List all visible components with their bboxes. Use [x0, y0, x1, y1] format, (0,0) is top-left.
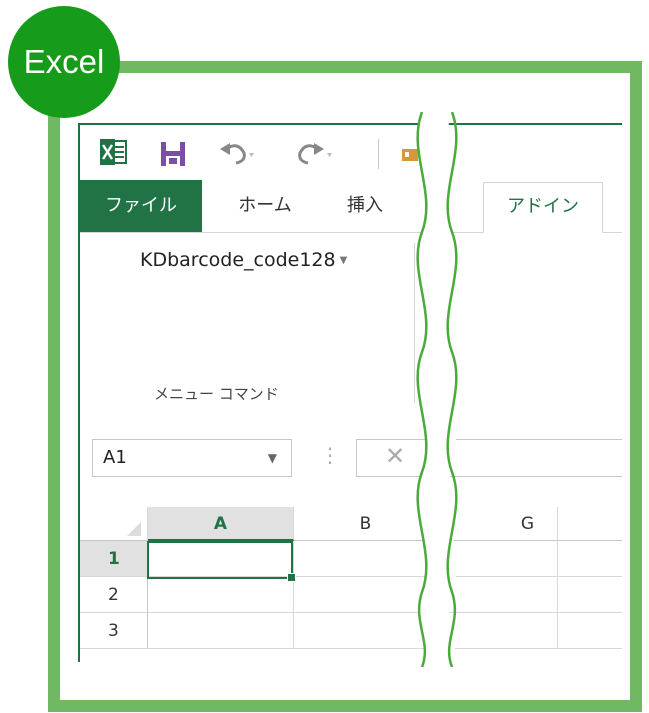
name-box-dropdown-icon[interactable]: ▼ — [268, 440, 277, 476]
redo-icon[interactable] — [296, 139, 336, 171]
select-all-triangle-icon — [127, 522, 141, 536]
column-header-blank[interactable] — [558, 507, 622, 541]
wavy-break-indicator — [416, 112, 458, 667]
excel-badge: Excel — [8, 6, 120, 118]
tab-file[interactable]: ファイル — [80, 180, 202, 232]
undo-icon[interactable] — [218, 139, 258, 171]
row-header-3[interactable]: 3 — [80, 613, 148, 649]
kdbarcode-menu-button[interactable]: KDbarcode_code128 ▼ — [140, 249, 347, 271]
grid-cell[interactable] — [148, 577, 294, 613]
row-header-2[interactable]: 2 — [80, 577, 148, 613]
select-all-corner[interactable] — [80, 507, 148, 541]
ribbon-group-label: メニュー コマンド — [154, 385, 279, 403]
tab-addins[interactable]: アドイン — [483, 182, 603, 233]
excel-logo-icon — [100, 139, 128, 169]
formula-controls: ✕ — [356, 439, 622, 477]
toolbar-separator — [378, 139, 379, 169]
grid-cell[interactable] — [558, 577, 622, 613]
worksheet-grid: A B G 1 2 3 — [80, 493, 622, 662]
ribbon-panel: KDbarcode_code128 ▼ メニュー コマンド — [80, 233, 622, 414]
drag-handle-icon[interactable]: ⋮ — [320, 443, 340, 467]
dropdown-caret-icon: ▼ — [339, 255, 348, 266]
tab-home[interactable]: ホーム — [220, 180, 310, 232]
save-icon[interactable] — [160, 141, 186, 171]
ribbon-tabs: ファイル ホーム 挿入 アドイン — [80, 180, 622, 233]
grid-cell[interactable] — [148, 613, 294, 649]
name-box[interactable]: A1 ▼ — [92, 439, 292, 477]
active-cell-a1[interactable] — [147, 541, 296, 582]
formula-bar: A1 ▼ ⋮ ✕ — [80, 413, 622, 493]
cancel-icon[interactable]: ✕ — [385, 442, 405, 470]
quick-access-toolbar — [80, 125, 622, 180]
kdbarcode-menu-label: KDbarcode_code128 — [140, 249, 336, 271]
grid-cell[interactable] — [558, 613, 622, 649]
tab-insert[interactable]: 挿入 — [330, 180, 400, 232]
column-header-a[interactable]: A — [148, 507, 294, 541]
name-box-value: A1 — [103, 447, 127, 468]
row-header-1[interactable]: 1 — [80, 541, 148, 577]
excel-window: ファイル ホーム 挿入 アドイン KDbarcode_code128 ▼ メニュー… — [78, 123, 622, 662]
grid-cell[interactable] — [558, 541, 622, 577]
fill-handle[interactable] — [287, 573, 296, 582]
